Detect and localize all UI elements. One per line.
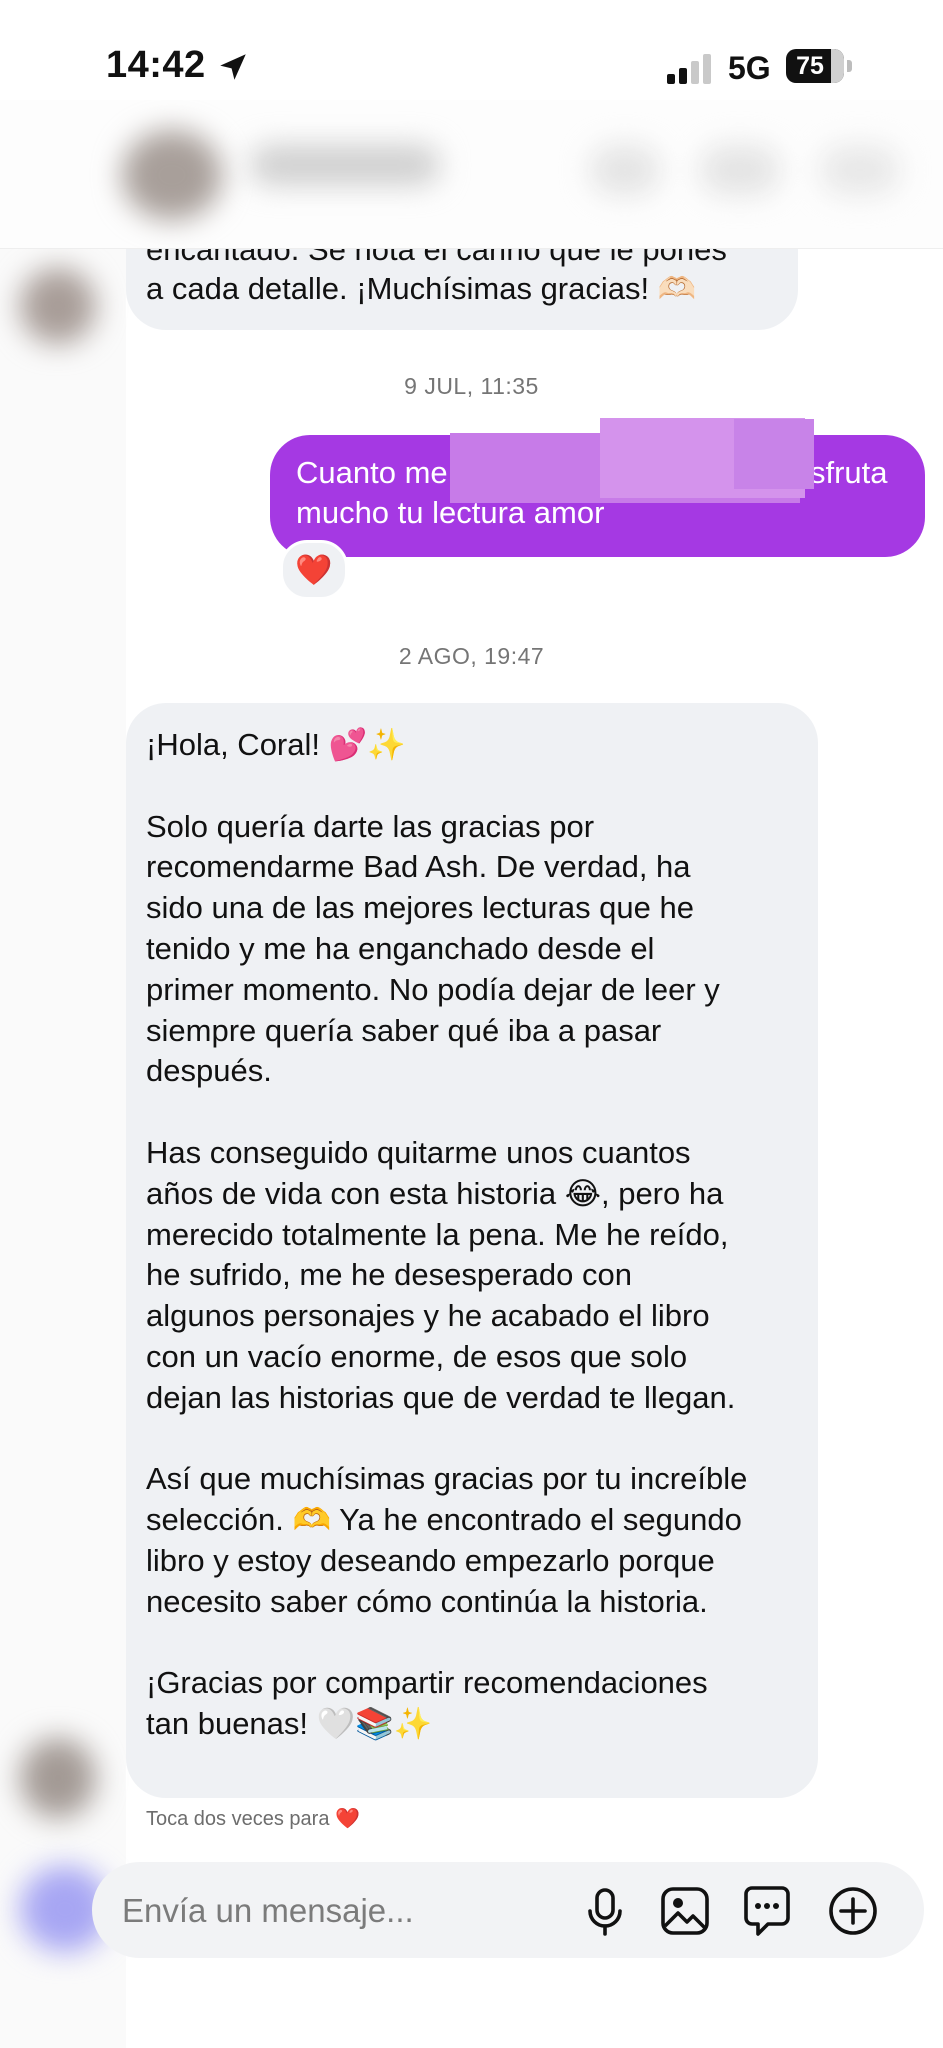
message-line: he sufrido, me he desesperado con <box>146 1257 632 1293</box>
network-label: 5G <box>728 50 771 86</box>
battery-icon: 75 <box>786 49 856 85</box>
hint-text: Toca dos veces para <box>146 1808 330 1830</box>
message-line: Así que muchísimas gracias por tu increí… <box>146 1461 748 1497</box>
message-bubble-outgoing[interactable]: Cuanto me sfruta mucho tu lectura amor <box>270 418 925 557</box>
image-icon[interactable] <box>658 1884 712 1938</box>
header-video-icon[interactable] <box>700 145 780 195</box>
message-body: ¡Hola, Coral! 💕✨ Solo quería darte las g… <box>146 725 747 1745</box>
sender-avatar <box>20 1738 96 1818</box>
message-line: Solo quería darte las gracias por <box>146 808 595 844</box>
message-line: sfruta <box>810 455 888 490</box>
message-line: siempre quería saber qué iba a pasar <box>146 1012 662 1048</box>
message-line: necesito saber cómo continúa la historia… <box>146 1583 708 1619</box>
message-line: Cuanto me <box>296 455 448 490</box>
header-more-icon[interactable] <box>820 145 900 195</box>
chat-header[interactable] <box>0 100 943 249</box>
message-line: sido una de las mejores lecturas que he <box>146 890 694 926</box>
message-line: después. <box>146 1053 272 1089</box>
sticker-icon[interactable] <box>740 1884 794 1938</box>
message-line: tenido y me ha enganchado desde el <box>146 930 655 966</box>
battery-percent: 75 <box>796 52 824 80</box>
header-avatar[interactable] <box>122 130 222 220</box>
microphone-icon[interactable] <box>578 1884 632 1938</box>
redacted-overlay <box>734 419 814 489</box>
status-bar: 14:42 5G 75 <box>0 0 943 100</box>
status-time: 14:42 <box>106 44 206 86</box>
plus-icon[interactable] <box>826 1884 880 1938</box>
date-separator: 2 AGO, 19:47 <box>398 643 545 669</box>
message-line: a cada detalle. ¡Muchísimas gracias! 🫶🏻 <box>146 271 697 306</box>
message-line: años de vida con esta historia 😂, pero h… <box>146 1175 724 1211</box>
message-bubble-incoming[interactable]: ¡Hola, Coral! 💕✨ Solo quería darte las g… <box>126 703 818 1798</box>
message-input[interactable] <box>122 1888 552 1934</box>
message-line: tan buenas! 🤍📚✨ <box>146 1706 433 1742</box>
message-line: recomendarme Bad Ash. De verdad, ha <box>146 849 691 885</box>
location-arrow-icon <box>220 54 246 80</box>
message-line: primer momento. No podía dejar de leer y <box>146 971 720 1007</box>
double-tap-hint: Toca dos veces para ❤️ <box>146 1806 360 1831</box>
signal-icon <box>667 54 711 84</box>
date-separator: 9 JUL, 11:35 <box>404 373 539 399</box>
hint-heart-icon: ❤️ <box>335 1808 360 1830</box>
message-line: algunos personajes y he acabado el libro <box>146 1298 710 1334</box>
message-line: con un vacío enorme, de esos que solo <box>146 1338 688 1374</box>
heart-reaction[interactable]: ❤️ <box>280 540 348 600</box>
avatar-column <box>0 248 126 2048</box>
sender-avatar-top <box>20 268 96 344</box>
message-line: ¡Hola, Coral! 💕✨ <box>146 727 406 762</box>
message-line: Has conseguido quitarme unos cuantos <box>146 1134 691 1170</box>
message-line: merecido totalmente la pena. Me he reído… <box>146 1216 729 1252</box>
header-username[interactable] <box>250 145 440 185</box>
header-call-icon[interactable] <box>590 145 660 195</box>
message-line: dejan las historias que de verdad te lle… <box>146 1379 736 1415</box>
message-line: libro y estoy deseando empezarlo porque <box>146 1542 715 1578</box>
message-line: ¡Gracias por compartir recomendaciones <box>146 1665 708 1701</box>
message-line: selección. 🫶 Ya he encontrado el segundo <box>146 1502 742 1538</box>
